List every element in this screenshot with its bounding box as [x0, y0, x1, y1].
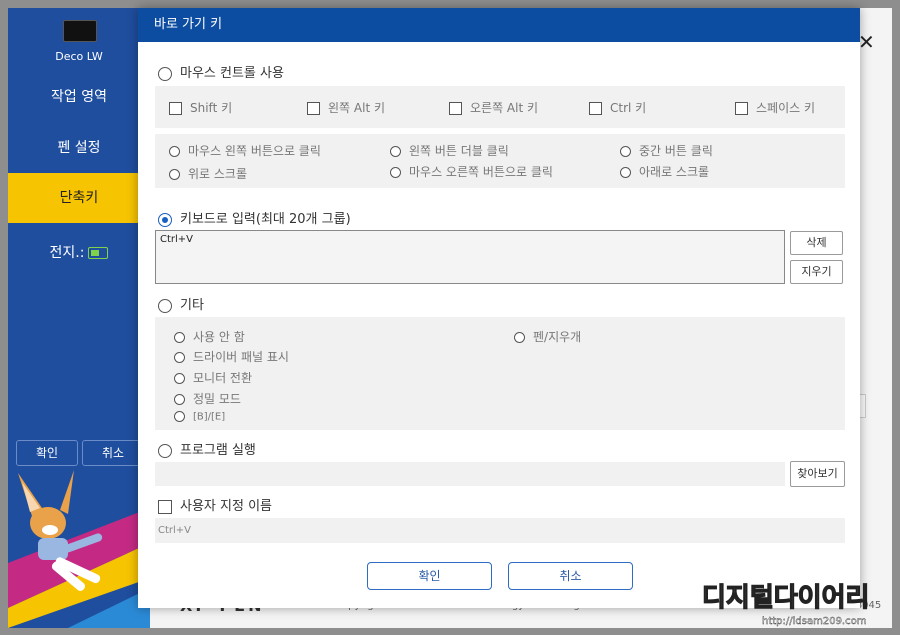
switch-monitor-label: 모니터 전환	[193, 371, 253, 385]
keyboard-shortcut-textbox[interactable]: Ctrl+V	[155, 230, 785, 284]
clear-button[interactable]: 지우기	[790, 260, 843, 284]
ctrl-checkbox[interactable]	[589, 102, 602, 115]
other-radio[interactable]	[158, 298, 172, 313]
other-switch-monitor[interactable]: 모니터 전환	[174, 369, 252, 386]
shift-checkbox[interactable]	[169, 102, 182, 115]
other-options-panel: 사용 안 함 드라이버 패널 표시 모니터 전환 정밀 모드 [B]/[E] 펜…	[155, 317, 845, 430]
cancel-button[interactable]: 취소	[508, 562, 633, 590]
battery-icon	[88, 247, 109, 259]
sidebar: Deco LW 작업 영역 펜 설정 단축키 전지.: 확인 취소	[8, 8, 150, 628]
sidebar-item-shortcut-keys[interactable]: 단축키	[8, 173, 150, 223]
sidebar-item-pen-settings[interactable]: 펜 설정	[8, 123, 150, 173]
browse-button[interactable]: 찾아보기	[790, 461, 845, 487]
modifier-ctrl[interactable]: Ctrl 키	[589, 99, 646, 116]
battery-label: 전지.:	[49, 245, 85, 261]
mouse-actions-panel: 마우스 왼쪽 버튼으로 클릭 왼쪽 버튼 더블 클릭 중간 버튼 클릭 위로 스…	[155, 134, 845, 188]
device-name: Deco LW	[55, 50, 103, 63]
switch-monitor-radio[interactable]	[174, 373, 185, 384]
left-click-radio[interactable]	[169, 146, 180, 157]
tablet-device-icon	[63, 20, 97, 42]
action-scroll-down[interactable]: 아래로 스크롤	[620, 163, 709, 180]
close-icon[interactable]: ✕	[858, 30, 875, 54]
action-right-click[interactable]: 마우스 오른쪽 버튼으로 클릭	[390, 163, 553, 180]
brush-eraser-radio[interactable]	[174, 411, 185, 422]
dialog-title: 바로 가기 키	[138, 8, 860, 42]
left-alt-checkbox[interactable]	[307, 102, 320, 115]
delete-button[interactable]: 삭제	[790, 231, 843, 255]
disabled-label: 사용 안 함	[193, 330, 245, 344]
modifier-keys-panel: Shift 키 왼쪽 Alt 키 오른쪽 Alt 키 Ctrl 키 스페이스 키	[155, 86, 845, 128]
modifier-shift[interactable]: Shift 키	[169, 99, 232, 116]
custom-name-field[interactable]: Ctrl+V	[155, 518, 845, 543]
pen-eraser-label: 펜/지우개	[533, 330, 582, 344]
shift-label: Shift 키	[190, 101, 233, 115]
middle-click-radio[interactable]	[620, 146, 631, 157]
show-driver-panel-label: 드라이버 패널 표시	[193, 350, 289, 364]
mouse-control-radio[interactable]	[158, 66, 172, 81]
watermark-url: http://idsam209.com	[762, 616, 866, 627]
run-program-label: 프로그램 실행	[180, 443, 256, 458]
watermark-logo: 디지털다이어리 http://idsam209.com	[701, 582, 870, 627]
custom-name-checkbox[interactable]	[158, 499, 172, 514]
right-click-label: 마우스 오른쪽 버튼으로 클릭	[409, 165, 553, 179]
sidebar-ok-button[interactable]: 확인	[16, 440, 78, 466]
scroll-up-radio[interactable]	[169, 169, 180, 180]
action-scroll-up[interactable]: 위로 스크롤	[169, 165, 247, 182]
right-alt-checkbox[interactable]	[449, 102, 462, 115]
modifier-space[interactable]: 스페이스 키	[735, 99, 815, 116]
modifier-right-alt[interactable]: 오른쪽 Alt 키	[449, 99, 538, 116]
left-click-label: 마우스 왼쪽 버튼으로 클릭	[188, 144, 321, 158]
middle-click-label: 중간 버튼 클릭	[639, 144, 713, 158]
scroll-up-label: 위로 스크롤	[188, 167, 248, 181]
sidebar-cancel-button[interactable]: 취소	[82, 440, 144, 466]
ctrl-label: Ctrl 키	[610, 101, 647, 115]
brush-eraser-label: [B]/[E]	[193, 411, 226, 423]
run-program-option[interactable]: 프로그램 실행	[158, 439, 256, 458]
action-left-double-click[interactable]: 왼쪽 버튼 더블 클릭	[390, 142, 509, 159]
other-disabled[interactable]: 사용 안 함	[174, 328, 245, 345]
pen-eraser-radio[interactable]	[514, 332, 525, 343]
scroll-down-label: 아래로 스크롤	[639, 165, 710, 179]
keyboard-input-label: 키보드로 입력(최대 20개 그룹)	[180, 212, 351, 227]
other-show-driver-panel[interactable]: 드라이버 패널 표시	[174, 348, 289, 365]
mouse-control-option[interactable]: 마우스 컨트롤 사용	[158, 62, 284, 81]
ok-button[interactable]: 확인	[367, 562, 492, 590]
custom-name-label: 사용자 지정 이름	[180, 499, 272, 514]
right-alt-label: 오른쪽 Alt 키	[470, 101, 539, 115]
left-double-click-radio[interactable]	[390, 146, 401, 157]
left-double-click-label: 왼쪽 버튼 더블 클릭	[409, 144, 509, 158]
right-click-radio[interactable]	[390, 167, 401, 178]
watermark-text: 디지털다이어리	[702, 583, 869, 613]
program-path-field[interactable]	[155, 462, 785, 486]
left-alt-label: 왼쪽 Alt 키	[328, 101, 385, 115]
other-option[interactable]: 기타	[158, 294, 204, 313]
sidebar-item-battery: 전지.:	[8, 228, 150, 278]
run-program-radio[interactable]	[158, 443, 172, 458]
shortcut-key-dialog: 바로 가기 키 마우스 컨트롤 사용 Shift 키 왼쪽 Alt 키 오른쪽 …	[138, 8, 860, 608]
sidebar-item-work-area[interactable]: 작업 영역	[8, 72, 150, 122]
mouse-control-label: 마우스 컨트롤 사용	[180, 66, 284, 81]
precision-mode-radio[interactable]	[174, 394, 185, 405]
custom-name-option[interactable]: 사용자 지정 이름	[158, 495, 272, 514]
action-left-click[interactable]: 마우스 왼쪽 버튼으로 클릭	[169, 142, 321, 159]
keyboard-input-radio[interactable]	[158, 212, 172, 227]
other-brush-eraser[interactable]: [B]/[E]	[174, 411, 225, 423]
space-label: 스페이스 키	[756, 101, 816, 115]
modifier-left-alt[interactable]: 왼쪽 Alt 키	[307, 99, 385, 116]
other-pen-eraser[interactable]: 펜/지우개	[514, 328, 581, 345]
mascot-illustration	[8, 470, 150, 628]
precision-mode-label: 정밀 모드	[193, 392, 241, 406]
scroll-down-radio[interactable]	[620, 167, 631, 178]
space-checkbox[interactable]	[735, 102, 748, 115]
keyboard-input-option[interactable]: 키보드로 입력(최대 20개 그룹)	[158, 208, 351, 227]
other-label: 기타	[180, 298, 204, 313]
other-precision-mode[interactable]: 정밀 모드	[174, 390, 241, 407]
show-driver-panel-radio[interactable]	[174, 352, 185, 363]
action-middle-click[interactable]: 중간 버튼 클릭	[620, 142, 713, 159]
disabled-radio[interactable]	[174, 332, 185, 343]
